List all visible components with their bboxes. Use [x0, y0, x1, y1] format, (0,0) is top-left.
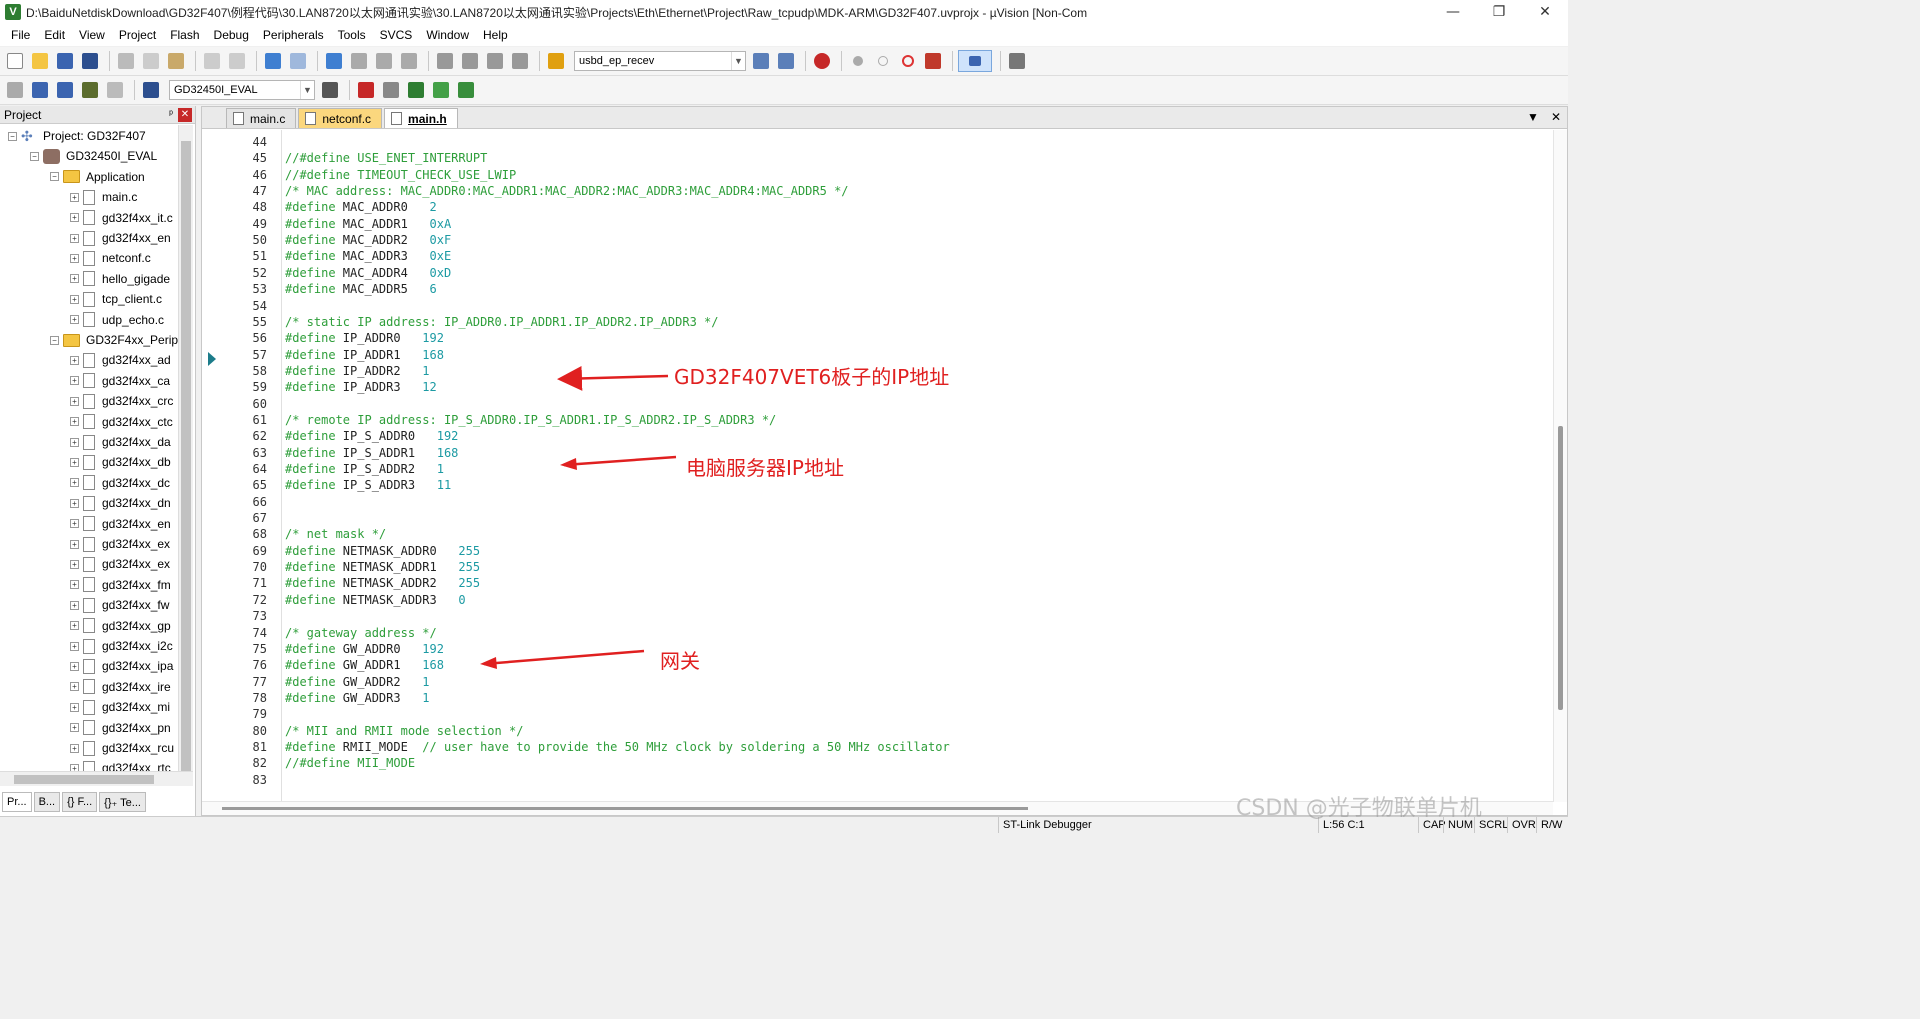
board-ip-annotation: GD32F407VET6板子的IP地址 — [674, 365, 950, 389]
csdn-watermark: CSDN @光子物联单片机 — [1236, 796, 1482, 821]
board-ip-arrowhead — [558, 373, 574, 385]
server-ip-annotation: 电脑服务器IP地址 — [686, 456, 844, 480]
gateway-annotation: 网关 — [660, 649, 700, 673]
server-ip-arrowhead — [560, 458, 577, 470]
server-ip-arrow — [563, 455, 677, 467]
gateway-arrowhead — [480, 657, 497, 669]
rw-indicator: R/W — [1536, 817, 1566, 833]
ovr-indicator: OVR — [1507, 817, 1540, 833]
annotation-arrows — [480, 365, 677, 669]
gateway-arrow — [483, 649, 645, 666]
board-ip-arrow — [557, 365, 669, 391]
